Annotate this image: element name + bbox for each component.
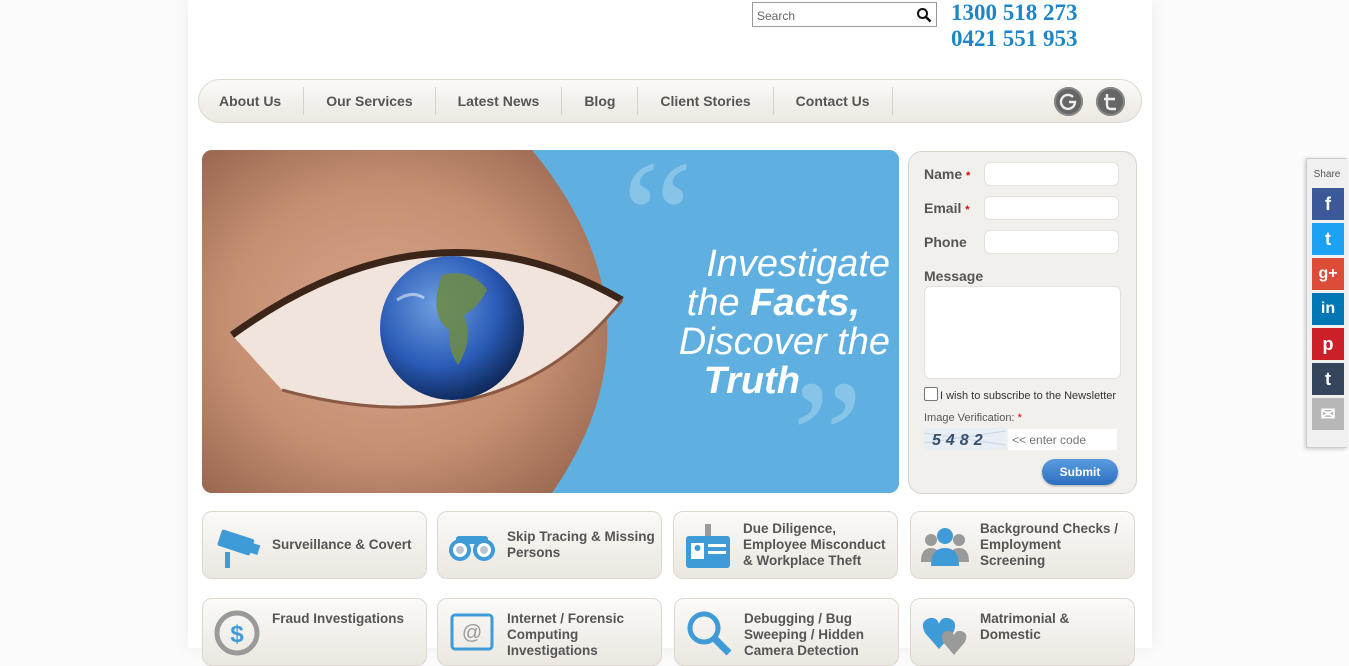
service-matrimonial[interactable]: Matrimonial & Domestic (910, 598, 1135, 666)
email-label: Email * (924, 200, 970, 216)
captcha-code-input[interactable] (1008, 429, 1117, 450)
service-surveillance[interactable]: Surveillance & Covert (202, 511, 427, 579)
nav-client-stories[interactable]: Client Stories (638, 87, 774, 115)
newsletter-label: I wish to subscribe to the Newsletter (940, 390, 1117, 402)
service-label: Background Checks / Employment Screening (980, 521, 1119, 568)
google-plus-icon[interactable] (1054, 87, 1083, 116)
service-label: Internet / Forensic Computing Investigat… (507, 611, 625, 658)
message-label: Message (924, 268, 984, 284)
dollar-icon: $ (214, 610, 260, 656)
name-label: Name * (924, 166, 971, 182)
newsletter-checkbox[interactable] (924, 387, 938, 401)
search-box[interactable] (752, 2, 937, 27)
service-label: Due Diligence, Employee Misconduct & Wor… (743, 521, 886, 568)
tagline-line-3: Discover the (678, 321, 890, 363)
nav-blog[interactable]: Blog (562, 87, 639, 115)
service-internet-forensic[interactable]: @ Internet / Forensic Computing Investig… (437, 598, 662, 666)
hero-banner: “ ” Investigate the Facts, Discover the … (202, 150, 899, 493)
name-field[interactable] (984, 162, 1119, 186)
phone-number-1[interactable]: 1300 518 273 (951, 0, 1078, 26)
tagline-line-4-text: Truth (703, 360, 800, 402)
service-label: Skip Tracing & Missing Persons (507, 529, 655, 560)
service-skip-tracing[interactable]: Skip Tracing & Missing Persons (437, 511, 662, 579)
tagline-line-2b: Facts, (750, 282, 860, 324)
hearts-icon (922, 617, 967, 655)
phone-number-2[interactable]: 0421 551 953 (951, 26, 1078, 52)
tagline-line-2a: the (686, 282, 751, 324)
submit-button[interactable]: Submit (1042, 459, 1118, 485)
email-icon[interactable]: ✉ (1312, 398, 1344, 430)
image-verification-label: Image Verification: * (924, 412, 1022, 424)
nav-about-us[interactable]: About Us (207, 87, 305, 115)
people-icon (921, 528, 969, 566)
search-input[interactable] (755, 4, 909, 27)
service-due-diligence[interactable]: Due Diligence, Employee Misconduct & Wor… (673, 511, 898, 579)
service-fraud[interactable]: $ Fraud Investigations (202, 598, 427, 666)
search-icon[interactable] (916, 7, 932, 23)
magnifier-icon (687, 611, 732, 656)
phone-field[interactable] (984, 230, 1119, 254)
tagline-line-2: the Facts, (620, 284, 890, 323)
hero-tagline: Investigate the Facts, Discover the Trut… (620, 245, 890, 401)
service-debugging[interactable]: Debugging / Bug Sweeping / Hidden Camera… (674, 598, 899, 666)
captcha-text: 5482 (932, 432, 988, 449)
service-background-checks[interactable]: Background Checks / Employment Screening (910, 511, 1135, 579)
linkedin-icon[interactable]: in (1312, 293, 1344, 325)
twitter-icon[interactable]: t (1312, 223, 1344, 255)
facebook-icon[interactable]: f (1312, 188, 1344, 220)
service-label: Debugging / Bug Sweeping / Hidden Camera… (744, 611, 865, 658)
pinterest-icon[interactable]: p (1312, 328, 1344, 360)
service-label: Fraud Investigations (272, 611, 405, 626)
nav-our-services[interactable]: Our Services (304, 87, 436, 115)
google-plus-icon[interactable]: g+ (1312, 258, 1344, 290)
twitter-icon[interactable] (1096, 87, 1125, 116)
binoculars-icon (449, 536, 495, 561)
contact-form: Name * Email * Phone Message I wish to s… (908, 151, 1137, 494)
svg-text:$: $ (230, 621, 244, 648)
id-badge-icon (686, 524, 730, 568)
nav-latest-news[interactable]: Latest News (436, 87, 563, 115)
phone-label: Phone (924, 234, 967, 250)
email-field[interactable] (984, 196, 1119, 220)
phone-numbers: 1300 518 273 0421 551 953 (951, 0, 1078, 52)
tumblr-icon[interactable]: t (1312, 363, 1344, 395)
captcha-image: 5482 (924, 428, 1006, 450)
share-title: Share (1313, 169, 1341, 180)
service-label: Matrimonial & Domestic (980, 611, 1070, 642)
main-nav: About Us Our Services Latest News Blog C… (198, 79, 1142, 123)
share-bar: Share f t g+ in p t ✉ (1306, 158, 1347, 448)
tagline-line-4: Truth (620, 362, 890, 401)
email-at-icon: @ (450, 613, 494, 651)
tagline-line-1: Investigate (706, 243, 890, 285)
page-container: 1300 518 273 0421 551 953 About Us Our S… (188, 0, 1152, 666)
nav-contact-us[interactable]: Contact Us (774, 87, 893, 115)
camera-icon (217, 529, 261, 568)
service-label: Surveillance & Covert (272, 537, 412, 552)
message-field[interactable] (924, 286, 1121, 379)
svg-text:@: @ (462, 622, 482, 644)
